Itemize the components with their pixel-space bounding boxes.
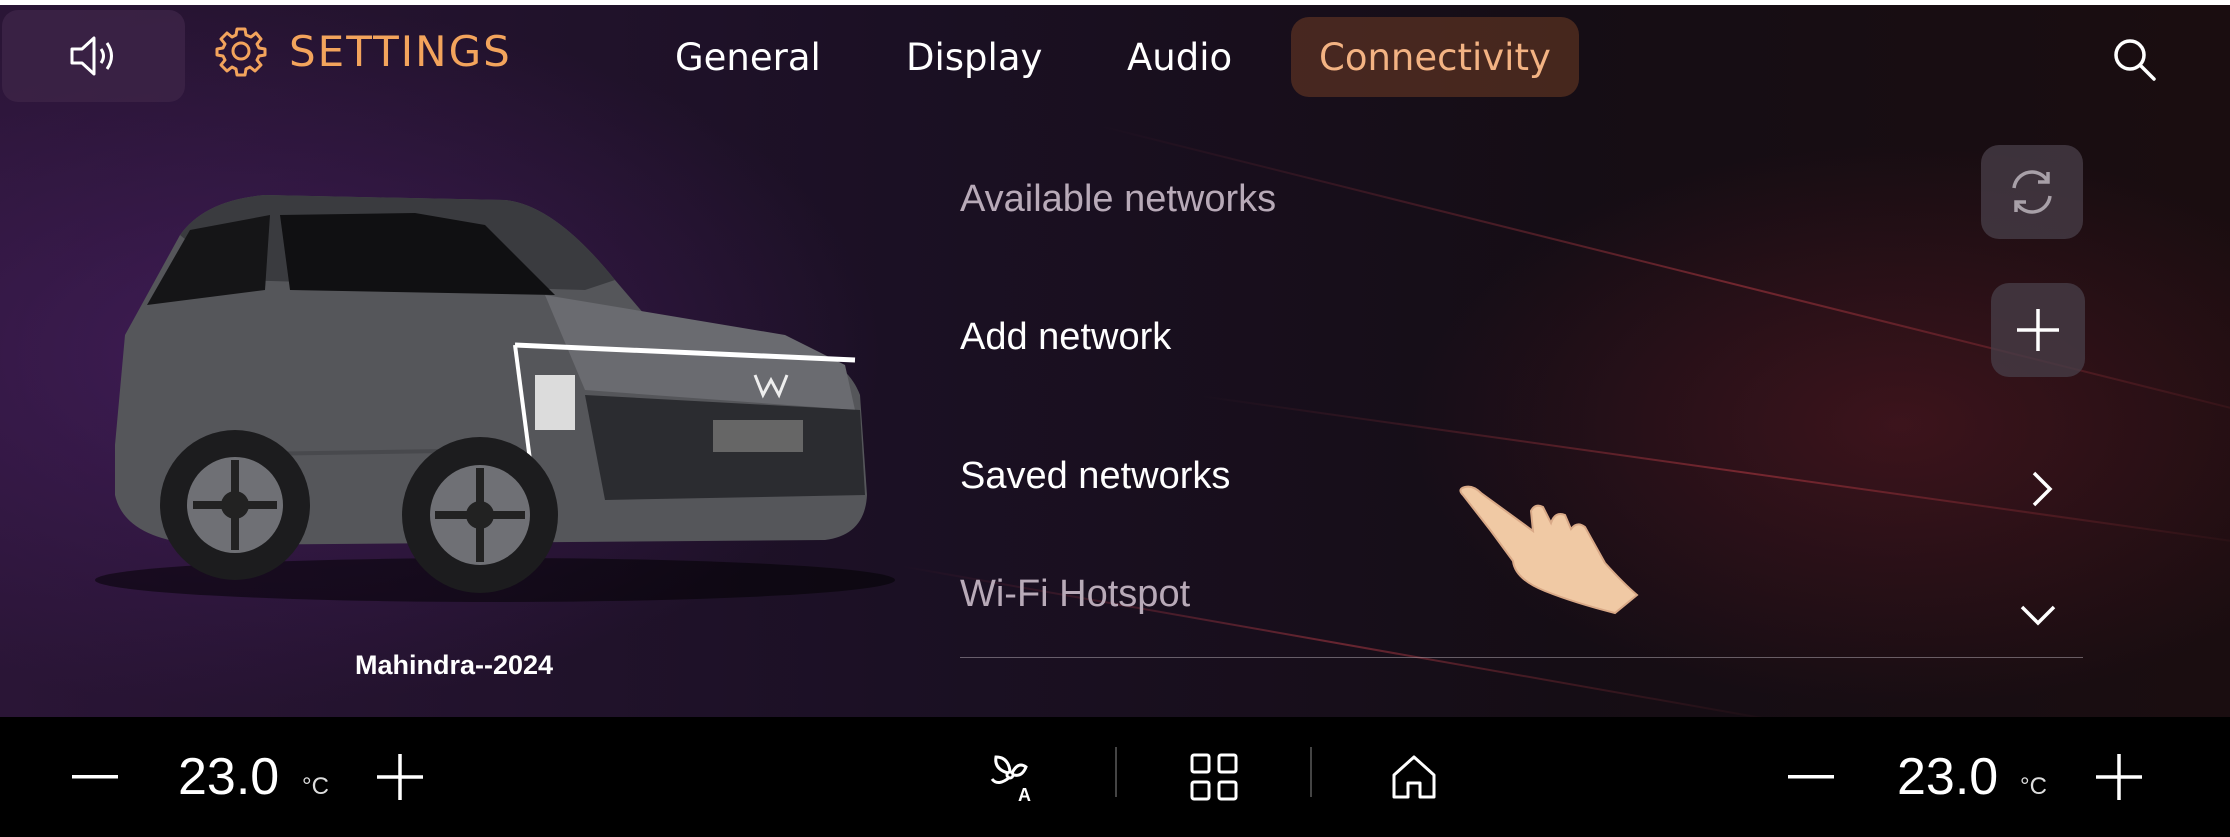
infotainment-screen: SETTINGS General Display Audio Connectiv… [0, 5, 2230, 837]
available-networks-heading: Available networks [960, 178, 1277, 220]
pointing-hand-icon [1459, 485, 1639, 615]
plus-icon[interactable] [2096, 754, 2142, 800]
separator [1115, 747, 1117, 797]
refresh-icon [2012, 170, 2052, 214]
divider [960, 657, 2083, 658]
search-icon [2114, 39, 2156, 81]
left-temperature: 23.0 [178, 748, 280, 806]
climate-bar: 23.0 °C A 23.0 °C [0, 717, 2230, 837]
chevron-down-icon[interactable] [2018, 602, 2058, 628]
right-temperature-unit: °C [2020, 773, 2047, 800]
tab-label: Display [906, 35, 1043, 79]
left-temperature-unit: °C [302, 773, 329, 800]
home-icon[interactable] [1390, 753, 1438, 801]
fan-auto-icon[interactable]: A [988, 751, 1042, 803]
tab-label: Connectivity [1319, 35, 1551, 79]
tab-audio[interactable]: Audio [1127, 17, 1232, 97]
separator [1310, 747, 1312, 797]
wifi-hotspot-item[interactable]: Wi-Fi Hotspot [960, 573, 1190, 616]
tab-connectivity[interactable]: Connectivity [1291, 17, 1579, 97]
saved-networks-item[interactable]: Saved networks [960, 455, 1230, 498]
tab-general[interactable]: General [675, 17, 821, 97]
svg-text:A: A [1018, 785, 1031, 803]
apps-grid-icon[interactable] [1190, 753, 1238, 801]
right-temperature: 23.0 [1897, 748, 1999, 806]
settings-header: SETTINGS [215, 25, 512, 77]
tab-label: Audio [1127, 35, 1233, 79]
volume-button[interactable] [2, 10, 185, 102]
add-network-item[interactable]: Add network [960, 316, 1171, 359]
gear-icon [215, 27, 267, 77]
plus-icon [2017, 309, 2059, 351]
background-streak [1199, 395, 2230, 551]
vehicle-image [95, 195, 895, 602]
refresh-button[interactable] [1981, 145, 2083, 239]
plus-icon[interactable] [377, 754, 423, 800]
add-network-button[interactable] [1991, 283, 2085, 377]
tab-label: General [675, 35, 821, 79]
chevron-right-icon[interactable] [2028, 467, 2056, 511]
minus-icon[interactable] [72, 774, 118, 780]
speaker-icon [70, 36, 113, 76]
minus-icon[interactable] [1788, 774, 1834, 780]
search-button[interactable] [2110, 35, 2160, 85]
page-title: SETTINGS [289, 26, 512, 76]
tab-display[interactable]: Display [906, 17, 1042, 97]
vehicle-name: Mahindra--2024 [355, 650, 554, 680]
